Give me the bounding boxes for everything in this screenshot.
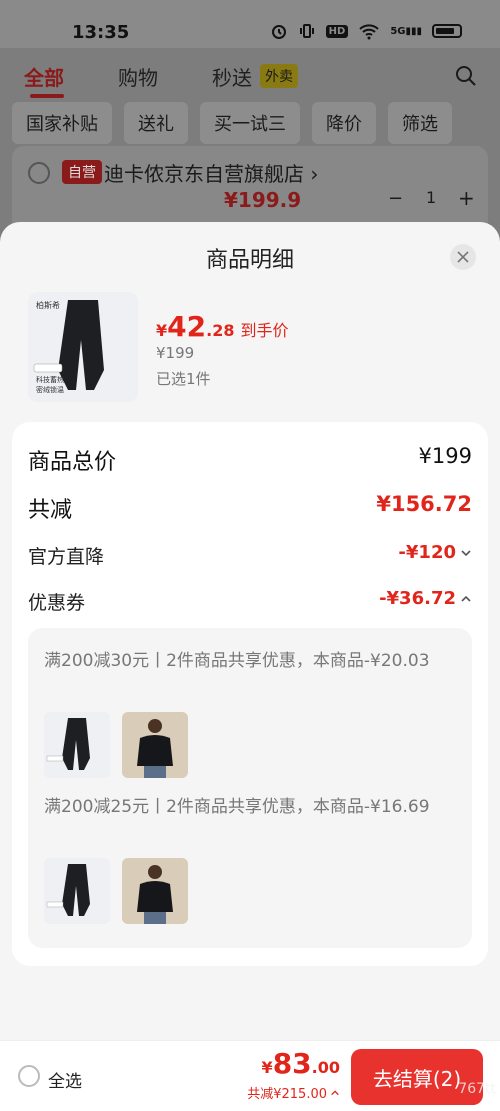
coupon-2-pants-image[interactable] bbox=[44, 858, 110, 924]
qty-minus-button[interactable]: − bbox=[388, 188, 403, 209]
5g-label: 5G bbox=[390, 25, 406, 37]
final-price: ¥42.28 到手价 bbox=[156, 310, 288, 343]
chip-gift[interactable]: 送礼 bbox=[124, 102, 188, 144]
thumb-line-1: 科技蓄热 bbox=[36, 375, 64, 384]
checkout-bar: 全选 ¥83.00 共减¥215.00 去结算(2) 767tt bbox=[0, 1040, 500, 1111]
tab-underline bbox=[30, 94, 64, 98]
close-icon bbox=[457, 251, 469, 263]
discount-value: ¥156.72 bbox=[376, 492, 472, 516]
coupon-value-wrap: -¥36.72 bbox=[379, 588, 472, 609]
alarm-icon bbox=[271, 25, 286, 39]
coupon-label: 优惠券 bbox=[28, 592, 86, 614]
checkout-label: 去结算(2) bbox=[372, 1066, 462, 1091]
tab-all[interactable]: 全部 bbox=[24, 62, 64, 91]
status-time: 13:35 bbox=[72, 22, 130, 43]
row-coupon[interactable]: 优惠券 -¥36.72 bbox=[28, 588, 472, 616]
product-thumbnail[interactable]: 柏斯希 科技蓄热 密绒锁温 bbox=[28, 292, 138, 402]
chip-try[interactable]: 买一试三 bbox=[200, 102, 300, 144]
coupon-2-images bbox=[44, 858, 188, 924]
watermark: 767tt bbox=[458, 1081, 496, 1097]
wifi-icon bbox=[359, 24, 380, 40]
row-official[interactable]: 官方直降 -¥120 bbox=[28, 542, 472, 570]
coupon-value: -¥36.72 bbox=[379, 588, 456, 609]
qty-plus-button[interactable]: + bbox=[458, 186, 475, 210]
status-icons: HD 5G▮▮▮ bbox=[270, 22, 462, 40]
row-total: 商品总价 ¥199 bbox=[28, 444, 472, 475]
price-dec: .28 bbox=[206, 321, 235, 340]
official-value: -¥120 bbox=[398, 542, 456, 563]
search-icon[interactable] bbox=[454, 64, 478, 88]
product-row: 柏斯希 科技蓄热 密绒锁温 ¥42.28 到手价 ¥199 已选1件 bbox=[28, 292, 472, 404]
coupon-2-top-image[interactable] bbox=[122, 858, 188, 924]
product-detail-sheet: 商品明细 柏斯希 科技蓄热 密绒锁温 ¥42.28 到手价 ¥199 已选1件 商… bbox=[0, 222, 500, 1040]
cart-total: ¥83.00 bbox=[262, 1047, 340, 1080]
thumb-line-2: 密绒锁温 bbox=[36, 385, 64, 394]
self-operated-badge: 自营 bbox=[62, 160, 102, 184]
discount-label: 共减 bbox=[28, 498, 73, 523]
store-name[interactable]: 迪卡侬京东自营旗舰店 › bbox=[104, 158, 318, 187]
chevron-up-icon bbox=[331, 1089, 339, 1095]
chevron-down-icon bbox=[461, 549, 471, 556]
battery-icon bbox=[432, 24, 462, 38]
coupon-1-images bbox=[44, 712, 188, 778]
bg-tab-bar: 全部 购物 秒送 bbox=[0, 48, 500, 108]
coupon-1-text: 满200减30元丨2件商品共享优惠，本商品-¥20.03 bbox=[44, 651, 430, 671]
row-discount: 共减 ¥156.72 bbox=[28, 492, 472, 523]
store-name-text: 迪卡侬京东自营旗舰店 bbox=[104, 162, 304, 186]
total-int: 83 bbox=[272, 1047, 312, 1080]
hd-icon: HD bbox=[325, 24, 349, 38]
tab-instant[interactable]: 秒送 bbox=[212, 62, 252, 91]
original-price: ¥199 bbox=[156, 344, 195, 362]
select-all-label[interactable]: 全选 bbox=[48, 1067, 82, 1092]
pants-image: 柏斯希 科技蓄热 密绒锁温 bbox=[28, 292, 138, 402]
chevron-up-icon bbox=[461, 595, 471, 602]
close-button[interactable] bbox=[450, 244, 476, 270]
chip-subsidy[interactable]: 国家补贴 bbox=[12, 102, 112, 144]
store-radio[interactable] bbox=[28, 162, 50, 184]
chevron-right-icon: › bbox=[310, 162, 319, 186]
select-all-radio[interactable] bbox=[18, 1065, 40, 1087]
chip-price-drop[interactable]: 降价 bbox=[312, 102, 376, 144]
thumb-brand: 柏斯希 bbox=[36, 300, 60, 310]
filter-chips: 国家补贴 送礼 买一试三 降价 筛选 bbox=[12, 102, 452, 144]
coupon-1-top-image[interactable] bbox=[122, 712, 188, 778]
saved-amount[interactable]: 共减¥215.00 bbox=[247, 1083, 340, 1102]
bg-item-price: ¥199.9 bbox=[224, 188, 302, 212]
total-value: ¥199 bbox=[418, 444, 472, 468]
saved-text: 共减¥215.00 bbox=[247, 1087, 327, 1102]
official-label: 官方直降 bbox=[28, 546, 105, 568]
price-summary: 商品总价 ¥199 共减 ¥156.72 官方直降 -¥120 优惠券 -¥36… bbox=[12, 422, 488, 966]
price-symbol: ¥ bbox=[156, 321, 168, 340]
qty-value[interactable]: 1 bbox=[426, 188, 436, 207]
5g-signal-icon: 5G▮▮▮ bbox=[390, 25, 422, 37]
sheet-title: 商品明细 bbox=[205, 248, 294, 273]
price-int: 42 bbox=[167, 310, 207, 343]
chip-filter[interactable]: 筛选 bbox=[388, 102, 452, 144]
coupon-detail-box: 满200减30元丨2件商品共享优惠，本商品-¥20.03 满200减25元丨2件… bbox=[28, 628, 472, 948]
total-dec: .00 bbox=[311, 1058, 340, 1077]
total-symbol: ¥ bbox=[261, 1058, 273, 1077]
coupon-2-text: 满200减25元丨2件商品共享优惠，本商品-¥16.69 bbox=[44, 797, 430, 817]
total-label: 商品总价 bbox=[28, 450, 117, 475]
tab-shopping[interactable]: 购物 bbox=[118, 62, 158, 91]
selected-count: 已选1件 bbox=[156, 370, 211, 388]
takeout-badge: 外卖 bbox=[260, 64, 298, 88]
vibrate-icon bbox=[299, 24, 314, 38]
price-tag: 到手价 bbox=[240, 321, 289, 340]
coupon-1-pants-image[interactable] bbox=[44, 712, 110, 778]
background-page: 全部 购物 秒送 外卖 国家补贴 送礼 买一试三 降价 筛选 自营 迪卡侬京东自… bbox=[0, 48, 500, 266]
official-value-wrap: -¥120 bbox=[398, 542, 472, 563]
